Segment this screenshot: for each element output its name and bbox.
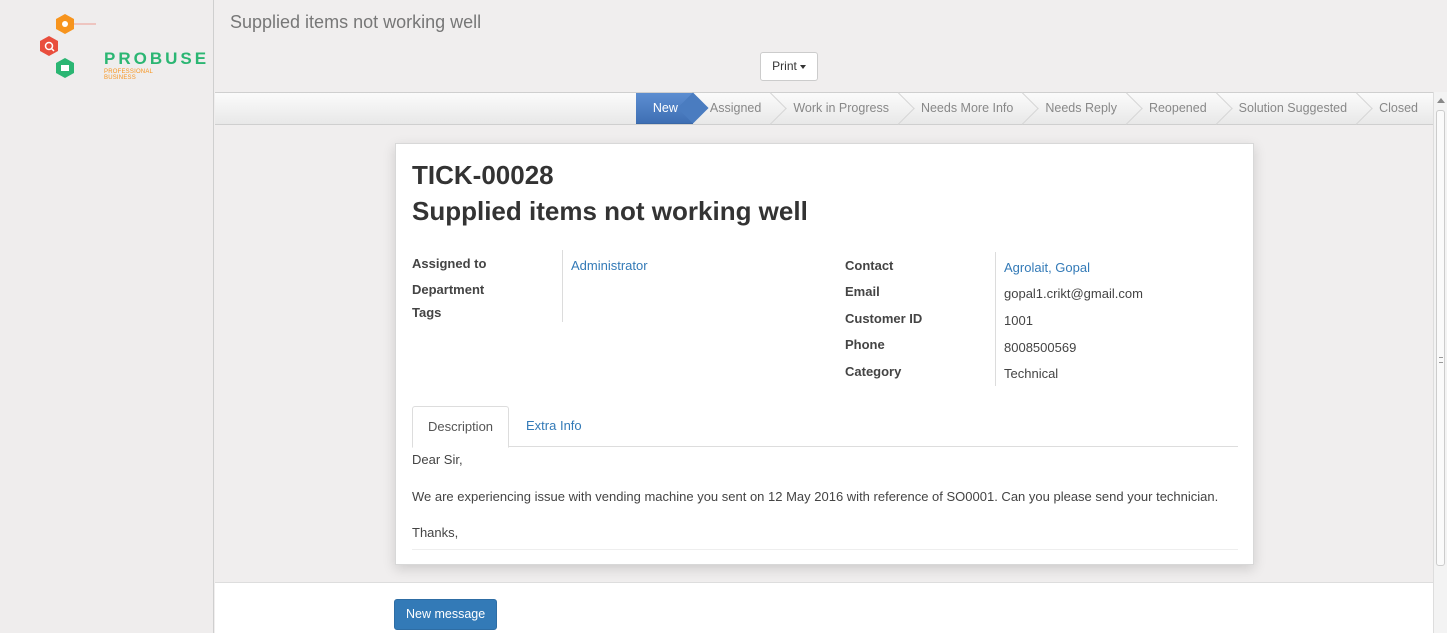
ticket-number: TICK-00028 [412,160,554,190]
tab-description[interactable]: Description [412,406,510,448]
contact-label: Contact [845,258,894,273]
stage-list: New Assigned Work in Progress Needs More In… [635,93,1433,124]
ticket-title[interactable]: Supplied items not working well [412,196,808,227]
print-dropdown-button[interactable]: Print [760,52,818,81]
stage-new[interactable]: New [635,93,693,124]
field-separator [562,250,563,322]
grip-icon [1439,357,1443,363]
phone-value: 8008500569 [1004,340,1077,355]
field-separator [995,252,996,386]
logo-hexagons-icon [40,14,96,78]
stage-solution-suggested[interactable]: Solution Suggested [1222,93,1362,124]
assigned-to-label: Assigned to [412,256,487,271]
caret-down-icon [799,64,806,69]
status-bar: New Assigned Work in Progress Needs More In… [215,92,1433,125]
form-sheet: TICK-00028 Supplied items not working we… [395,143,1254,565]
new-message-button[interactable]: New message [394,599,498,630]
divider [412,549,1238,550]
notebook-tabs: Description Extra Info [412,406,1238,448]
scroll-up-icon[interactable] [1437,98,1445,103]
description-body: We are experiencing issue with vending m… [412,489,1219,504]
category-label: Category [845,364,902,379]
chatter-area: New message [215,582,1433,633]
phone-label: Phone [845,337,885,352]
main-area: Supplied items not working well Print Ne… [215,0,1447,633]
stage-needs-reply[interactable]: Needs Reply [1028,93,1132,124]
contact-link[interactable]: Agrolait, Gopal [1004,260,1090,275]
assigned-to-link[interactable]: Administrator [571,258,648,273]
vertical-scrollbar[interactable] [1433,92,1447,633]
description-greeting: Dear Sir, [412,452,463,467]
control-panel: Supplied items not working well Print [215,0,1447,92]
tags-label: Tags [412,305,442,320]
stage-reopened[interactable]: Reopened [1132,93,1222,124]
tab-extra-info[interactable]: Extra Info [511,406,597,447]
logo-tagline: PROFESSIONAL BUSINESS [104,69,153,81]
scroll-thumb[interactable] [1436,110,1445,566]
department-label: Department [412,282,485,297]
customer-id-value: 1001 [1004,313,1033,328]
sidebar: PROBUSE PROFESSIONAL BUSINESS [0,0,214,633]
stage-work-in-progress[interactable]: Work in Progress [776,93,904,124]
email-label: Email [845,284,880,299]
print-label: Print [772,59,797,73]
logo-text: PROBUSE [104,49,210,68]
stage-needs-more-info[interactable]: Needs More Info [904,93,1028,124]
customer-id-label: Customer ID [845,311,923,326]
company-logo[interactable]: PROBUSE PROFESSIONAL BUSINESS [36,12,206,86]
breadcrumb: Supplied items not working well [230,12,482,32]
email-value: gopal1.crikt@gmail.com [1004,286,1143,301]
description-closing: Thanks, [412,525,459,540]
category-value: Technical [1004,366,1059,381]
